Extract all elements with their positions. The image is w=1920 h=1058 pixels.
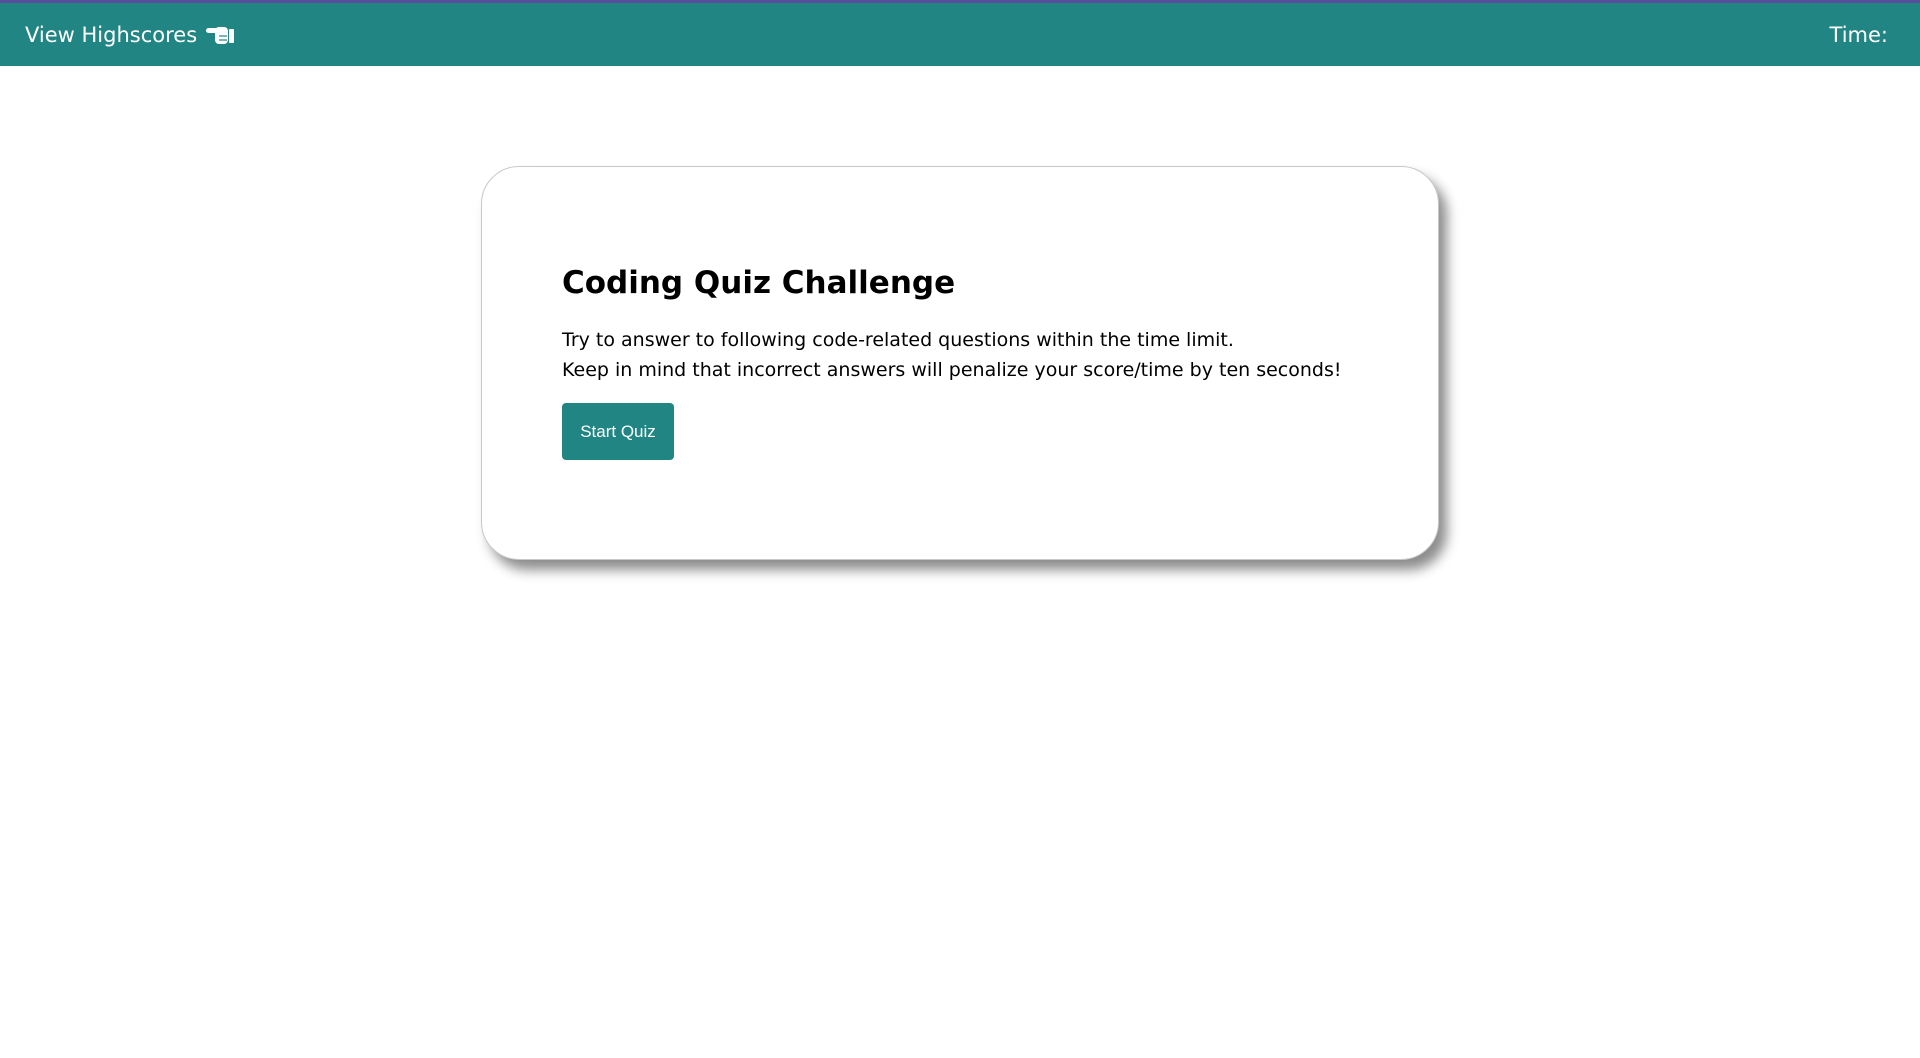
view-highscores-link[interactable]: View Highscores xyxy=(25,3,235,66)
page-title: Coding Quiz Challenge xyxy=(562,265,956,301)
quiz-intro-card: Coding Quiz Challenge Try to answer to f… xyxy=(481,166,1439,560)
pointing-hand-icon xyxy=(205,23,235,47)
start-quiz-button[interactable]: Start Quiz xyxy=(562,403,674,460)
view-highscores-label: View Highscores xyxy=(25,22,198,47)
instructions-line-1: Try to answer to following code-related … xyxy=(562,329,1234,351)
quiz-instructions: Try to answer to following code-related … xyxy=(562,325,1342,385)
timer-label: Time: xyxy=(1829,22,1888,47)
top-navbar: View Highscores Time: xyxy=(0,3,1920,66)
instructions-line-2: Keep in mind that incorrect answers will… xyxy=(562,359,1342,381)
timer: Time: xyxy=(1830,3,1894,66)
